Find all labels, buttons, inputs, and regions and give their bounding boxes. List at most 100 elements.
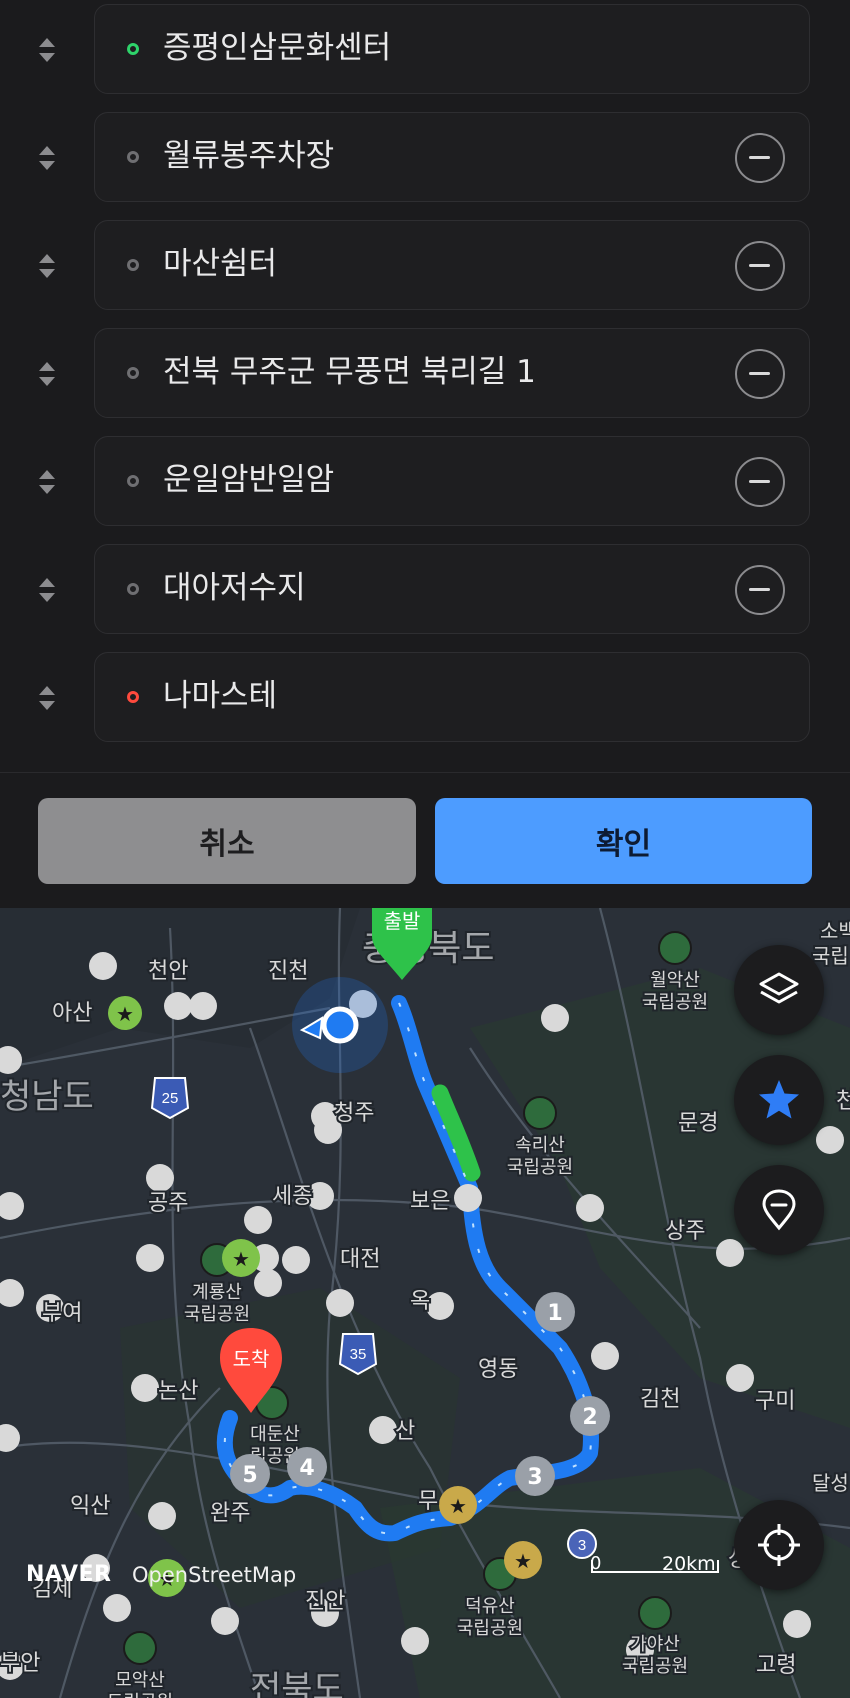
place-label: 영동: [478, 1357, 518, 1382]
place-label: 세종: [272, 1184, 312, 1209]
park-label: 월악산 국립공원: [642, 970, 708, 1013]
park-label: 속리산 국립공원: [507, 1135, 573, 1178]
divider: [0, 772, 850, 773]
waypoint-label: 증평인삼문화센터: [163, 30, 392, 66]
waypoint-field[interactable]: 증평인삼문화센터: [94, 4, 810, 94]
place-label: 익산: [70, 1494, 110, 1519]
current-location-marker: [292, 977, 388, 1073]
place-label: 아산: [52, 1001, 92, 1026]
my-location-button[interactable]: [734, 1500, 824, 1590]
place-label: 보은: [410, 1189, 450, 1214]
province-label: 청남도: [0, 1077, 94, 1117]
layers-button[interactable]: [734, 945, 824, 1035]
remove-waypoint-button[interactable]: [735, 241, 785, 291]
highway-label: 25: [162, 1090, 179, 1107]
place-label: 김천: [640, 1387, 680, 1412]
drag-handle-icon[interactable]: [36, 360, 58, 388]
waypoint-label: 마산쉼터: [163, 246, 278, 282]
waypoint-label: 대아저수지: [163, 570, 306, 606]
highway-label: 3: [578, 1537, 586, 1554]
waypoint-field[interactable]: 나마스테: [94, 652, 810, 742]
osm-credit: OpenStreetMap: [132, 1563, 297, 1587]
remove-waypoint-button[interactable]: [735, 565, 785, 615]
waypoint-dot-icon: [127, 43, 139, 55]
place-label: 상주: [665, 1219, 705, 1244]
drag-handle-icon[interactable]: [36, 468, 58, 496]
park-label: 모악산도립공원: [107, 1670, 173, 1698]
place-label: 소백: [820, 919, 850, 943]
map-view[interactable]: 25 35 3 ★ ★ ★ ★ ★ 충청북도 진천 천안 아산 청남도 청주 보…: [0, 908, 850, 1698]
place-label: 국립: [812, 944, 849, 968]
place-label: 옥: [410, 1289, 430, 1314]
drag-handle-icon[interactable]: [36, 36, 58, 64]
place-label: 천: [836, 1089, 850, 1114]
province-label: 전북도: [250, 1669, 344, 1698]
place-label: 청주: [334, 1101, 374, 1126]
waypoint-dot-icon: [127, 475, 139, 487]
place-label: 문경: [678, 1111, 718, 1136]
end-pin-label: 도착: [233, 1347, 270, 1371]
waypoint-dot-icon: [127, 367, 139, 379]
favorites-button[interactable]: [734, 1055, 824, 1145]
waypoint-dot-icon: [127, 259, 139, 271]
route-marker-3: 3: [527, 1465, 542, 1490]
waypoint-label: 나마스테: [163, 678, 278, 714]
waypoint-dot-icon: [127, 583, 139, 595]
remove-waypoint-button[interactable]: [735, 457, 785, 507]
waypoint-label: 전북 무주군 무풍면 북리길 1: [163, 354, 536, 390]
waypoint-label: 운일암반일암: [163, 462, 335, 498]
park-label: 가야산 국립공원: [622, 1634, 688, 1677]
route-marker-4: 4: [299, 1456, 314, 1481]
cancel-button[interactable]: 취소: [38, 798, 416, 884]
waypoint-label: 월류봉주차장: [163, 138, 335, 174]
waypoint-row: 마산쉼터: [0, 216, 850, 324]
place-label: 고령: [756, 1653, 796, 1678]
place-pin-button[interactable]: [734, 1165, 824, 1255]
crosshair-icon: [758, 1524, 800, 1566]
svg-text:★: ★: [514, 1549, 532, 1573]
waypoint-row: 운일암반일암: [0, 432, 850, 540]
place-label: 구미: [755, 1389, 795, 1414]
drag-handle-icon[interactable]: [36, 252, 58, 280]
waypoint-row: 대아저수지: [0, 540, 850, 648]
waypoint-field[interactable]: 마산쉼터: [94, 220, 810, 310]
map-canvas: 25 35 3 ★ ★ ★ ★ ★ 충청북도 진천 천안 아산 청남도 청주 보…: [0, 908, 850, 1698]
remove-waypoint-button[interactable]: [735, 133, 785, 183]
remove-waypoint-button[interactable]: [735, 349, 785, 399]
scale-label: 20km: [662, 1553, 716, 1575]
highway-label: 35: [350, 1346, 367, 1363]
route-marker-5: 5: [242, 1463, 257, 1488]
waypoint-row: 전북 무주군 무풍면 북리길 1: [0, 324, 850, 432]
location-pin-icon: [762, 1189, 796, 1231]
waypoint-dot-icon: [127, 151, 139, 163]
waypoint-row: 월류봉주차장: [0, 108, 850, 216]
place-label: 부여: [42, 1301, 82, 1326]
route-marker-2: 2: [582, 1405, 597, 1430]
waypoint-field[interactable]: 대아저수지: [94, 544, 810, 634]
start-pin-label: 출발: [384, 909, 421, 933]
highway-shield: 25: [150, 1077, 190, 1120]
place-label: 달성: [812, 1471, 849, 1495]
highway-shield: 35: [338, 1333, 378, 1376]
place-label: 대전: [340, 1247, 380, 1272]
park-label: 덕유산 국립공원: [457, 1596, 523, 1639]
layers-icon: [759, 972, 799, 1004]
star-icon: [759, 1080, 799, 1119]
waypoint-field[interactable]: 운일암반일암: [94, 436, 810, 526]
drag-handle-icon[interactable]: [36, 144, 58, 172]
drag-handle-icon[interactable]: [36, 576, 58, 604]
route-marker-1: 1: [547, 1301, 562, 1326]
place-label: 부안: [0, 1651, 40, 1676]
drag-handle-icon[interactable]: [36, 684, 58, 712]
svg-text:★: ★: [232, 1247, 250, 1271]
place-label: 논산: [158, 1379, 198, 1404]
place-label: 천안: [148, 959, 188, 984]
place-label: 진안: [305, 1589, 345, 1614]
waypoint-field[interactable]: 전북 무주군 무풍면 북리길 1: [94, 328, 810, 418]
naver-logo: NAVER: [26, 1562, 112, 1587]
place-label: 공주: [148, 1191, 188, 1216]
waypoint-field[interactable]: 월류봉주차장: [94, 112, 810, 202]
svg-text:★: ★: [449, 1494, 467, 1518]
confirm-button[interactable]: 확인: [435, 798, 812, 884]
waypoint-row: 증평인삼문화센터: [0, 0, 850, 108]
